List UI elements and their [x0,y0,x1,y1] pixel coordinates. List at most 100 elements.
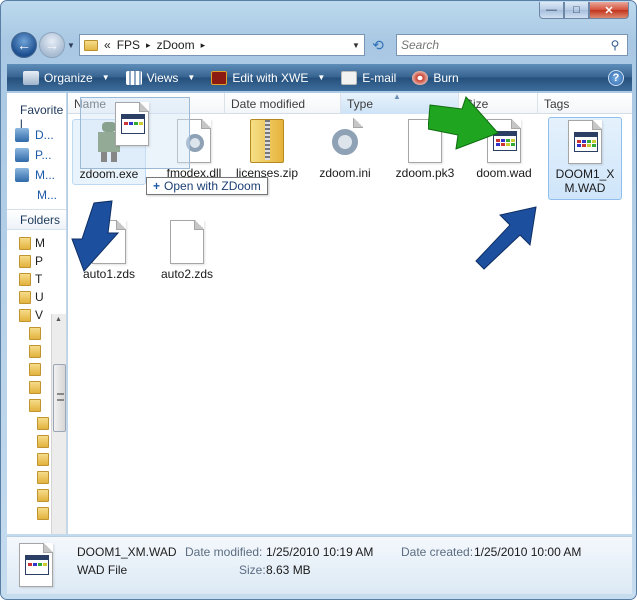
tree-item-label: T [35,272,43,286]
organize-label: Organize [44,70,93,85]
wad-page-icon [19,543,53,587]
views-button[interactable]: Views ▼ [118,64,204,91]
edit-with-xwe-button[interactable]: Edit with XWE ▼ [203,64,333,91]
favorite-link-documents[interactable]: D... [7,125,66,145]
back-button[interactable]: ← [11,32,37,58]
recent-pages-dropdown[interactable]: ▼ [67,41,75,50]
green-arrow-annotation [428,96,499,150]
favorite-link-label: P... [35,148,52,162]
tree-item[interactable]: P [19,252,66,270]
breadcrumb-overflow[interactable]: « [104,38,111,52]
xwe-icon [211,70,228,85]
wad-file-icon [19,543,53,587]
breadcrumb-zdoom[interactable]: zDoom [157,38,195,52]
favorite-link-more[interactable]: M... [7,185,66,205]
folder-icon [37,470,49,484]
blue-arrow-annotation [71,200,120,272]
file-name: zdoom.exe [79,167,139,181]
gear-icon [332,129,358,155]
forward-button[interactable]: → [39,32,65,58]
nav-scrollbar[interactable]: ▲ ▼ [51,314,66,534]
burn-label: Burn [433,70,459,85]
folder-icon [19,272,31,286]
file-name: doom.wad [476,166,532,180]
folder-icon [29,326,41,340]
folder-icon [29,398,41,412]
folder-icon [29,344,41,358]
search-icon[interactable]: ⚲ [607,38,623,52]
disc-icon [412,70,429,85]
settings-file-icon [328,118,363,163]
folder-icon [19,254,31,268]
arrow-right-icon: → [45,37,59,53]
tree-item[interactable]: U [19,288,66,306]
help-icon[interactable]: ? [608,69,624,86]
tree-item[interactable]: M [19,234,66,252]
views-icon [125,70,142,85]
favorite-link-pictures[interactable]: P... [7,145,66,165]
plus-icon: + [153,179,161,193]
address-dropdown[interactable]: ▼ [348,41,364,50]
file-name: DOOM1_XM.WAD [555,167,615,195]
breadcrumb-separator[interactable]: ▸ [146,40,151,51]
wad-window-icon [121,114,145,134]
folder-icon [37,416,49,430]
burn-button[interactable]: Burn [404,64,466,91]
search-input[interactable] [401,38,607,52]
close-button[interactable]: ✕ [589,2,629,19]
folder-icon [37,506,49,520]
file-item-zdoom-ini[interactable]: zdoom.ini [308,118,382,180]
favorite-link-label: M... [37,188,57,202]
favorite-link-music[interactable]: M... [7,165,66,185]
breadcrumb-separator[interactable]: ▸ [201,40,206,51]
column-type-label: Type [347,97,374,111]
folder-icon [37,434,49,448]
breadcrumb-fps[interactable]: FPS [117,38,140,52]
zip-folder-icon [250,119,284,163]
chevron-down-icon: ▼ [187,73,196,82]
folders-heading[interactable]: Folders [7,209,66,230]
command-bar: Organize ▼ Views ▼ Edit with XWE ▼ E-mai… [7,64,632,91]
maximize-button[interactable]: □ [564,2,589,19]
documents-icon [15,128,29,142]
tree-item-label: M [35,236,45,250]
column-tags[interactable]: Tags [538,93,632,114]
scroll-up-icon[interactable]: ▲ [55,316,62,323]
organize-icon [23,70,39,85]
file-item-licenses-zip[interactable]: licenses.zip [230,119,304,180]
wad-file-icon [115,102,149,146]
detail-file-type: WAD File [77,563,128,577]
file-item-auto2-zds[interactable]: auto2.zds [150,220,224,281]
tree-item[interactable]: T [19,270,66,288]
wad-window-icon [574,132,598,152]
minimize-button[interactable]: — [539,2,564,19]
blue-arrow-annotation [475,206,537,270]
folder-icon [29,380,41,394]
address-bar[interactable]: « FPS ▸ zDoom ▸ ▼ [79,34,365,56]
folder-icon [37,488,49,502]
file-list: Name Date modified Type ▲ Size Tags zdoo… [68,93,632,534]
file-name: zdoom.pk3 [395,166,455,180]
favorite-links-heading: Favorite l [20,103,64,131]
drag-tooltip: + Open with ZDoom [146,177,268,195]
size-label: Size: [239,563,266,577]
caption-buttons: — □ ✕ [539,2,629,19]
file-item-doom1-xm-wad[interactable]: DOOM1_XM.WAD [548,117,622,200]
folder-icon [19,290,31,304]
wad-file-icon [568,120,602,164]
views-label: Views [146,70,179,85]
tree-item-label: P [35,254,44,268]
grip-icon [57,393,64,401]
folder-icon [19,236,31,250]
column-date-modified[interactable]: Date modified [225,93,341,114]
scrollbar-thumb[interactable] [53,364,66,432]
email-label: E-mail [362,70,397,85]
search-box[interactable]: ⚲ [396,34,628,56]
refresh-icon[interactable]: ⟲ [369,37,387,53]
organize-button[interactable]: Organize ▼ [15,64,118,91]
favorite-link-label: D... [35,128,54,142]
folder-icon [84,39,98,51]
email-button[interactable]: E-mail [333,64,404,91]
details-pane: DOOM1_XM.WAD WAD File Date modified: 1/2… [7,536,632,594]
chevron-down-icon: ▼ [317,73,326,82]
